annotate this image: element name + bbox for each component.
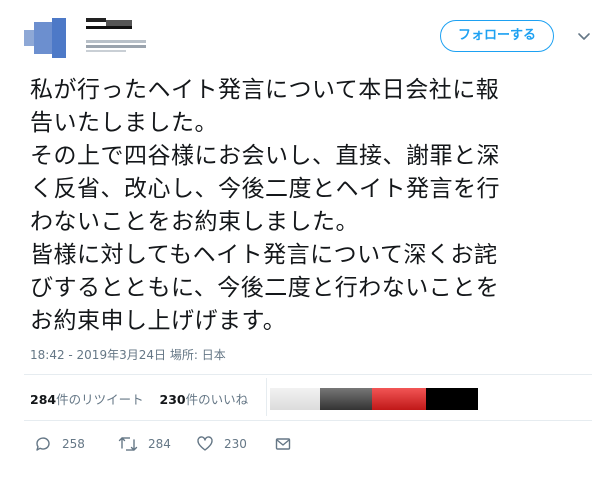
chevron-down-icon[interactable] bbox=[576, 28, 592, 44]
location-link[interactable]: 日本 bbox=[202, 348, 226, 362]
location-prefix: 場所: bbox=[169, 348, 198, 362]
redaction-bar bbox=[320, 388, 372, 410]
avatar-block bbox=[24, 30, 34, 46]
like-button[interactable]: 230 bbox=[196, 434, 247, 454]
avatar-block bbox=[34, 22, 52, 54]
tweet-meta: 18:42 - 2019年3月24日 場所: 日本 bbox=[30, 346, 226, 363]
redaction-bar bbox=[372, 388, 426, 410]
redaction-bar bbox=[86, 45, 146, 48]
divider bbox=[24, 374, 592, 375]
reply-button[interactable]: 258 bbox=[34, 434, 85, 454]
retweeter-avatars-redacted[interactable] bbox=[270, 388, 480, 410]
follow-button[interactable]: フォローする bbox=[440, 20, 554, 52]
tweet-text: 私が行ったヘイト発言について本日会社に報 告いたしました。 その上で四谷様にお会… bbox=[30, 77, 500, 334]
tweet-stats: 284件のリツイート 230件のいいね bbox=[30, 389, 248, 408]
avatar-block bbox=[52, 18, 66, 58]
retweet-icon bbox=[118, 437, 138, 451]
display-name-redacted[interactable] bbox=[86, 18, 132, 30]
redaction-bar bbox=[86, 40, 146, 43]
redaction-bar bbox=[86, 26, 132, 29]
like-stat[interactable]: 230件のいいね bbox=[160, 392, 249, 407]
envelope-icon bbox=[275, 438, 291, 450]
reply-icon bbox=[36, 437, 50, 451]
redaction-bar bbox=[270, 388, 320, 410]
divider bbox=[24, 420, 592, 421]
like-count: 230 bbox=[224, 437, 247, 451]
reply-count: 258 bbox=[62, 437, 85, 451]
heart-icon bbox=[197, 436, 213, 451]
redaction-bar bbox=[86, 50, 126, 52]
username-redacted[interactable] bbox=[86, 40, 146, 52]
retweet-count: 284 bbox=[148, 437, 171, 451]
retweet-button[interactable]: 284 bbox=[118, 434, 171, 454]
redaction-bar bbox=[86, 18, 106, 22]
retweet-stat[interactable]: 284件のリツイート bbox=[30, 392, 144, 407]
avatar[interactable] bbox=[24, 16, 68, 60]
redaction-bar bbox=[426, 388, 478, 410]
stats-separator bbox=[266, 378, 267, 416]
direct-message-button[interactable] bbox=[274, 434, 302, 454]
timestamp[interactable]: 18:42 - 2019年3月24日 bbox=[30, 348, 166, 362]
